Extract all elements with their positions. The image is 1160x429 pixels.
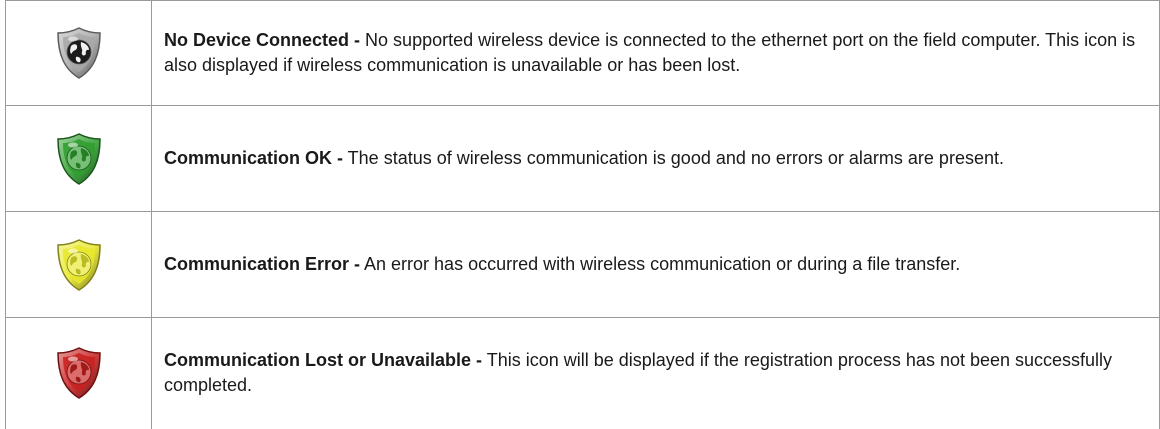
shield-globe-gray-icon	[6, 26, 151, 80]
icon-cell	[5, 105, 152, 212]
status-title: Communication Lost or Unavailable -	[164, 350, 483, 371]
status-description: No Device Connected - No supported wirel…	[151, 0, 1160, 106]
status-row-error: Communication Error - An error has occur…	[5, 211, 1160, 318]
shield-globe-red-icon	[6, 346, 151, 400]
status-description: Communication Error - An error has occur…	[151, 211, 1160, 318]
status-title: Communication Error -	[164, 254, 361, 274]
icon-cell	[5, 0, 152, 106]
shield-globe-green-icon	[6, 132, 151, 186]
status-row-no-device: No Device Connected - No supported wirel…	[5, 0, 1160, 106]
status-title: No Device Connected -	[164, 30, 361, 50]
status-description: Communication Lost or Unavailable - This…	[151, 317, 1160, 429]
icon-cell	[5, 211, 152, 318]
status-title: Communication OK -	[164, 148, 343, 168]
status-text: The status of wireless communication is …	[343, 148, 1004, 168]
status-row-lost: Communication Lost or Unavailable - This…	[5, 317, 1160, 429]
status-icon-table: No Device Connected - No supported wirel…	[5, 0, 1160, 429]
status-text: An error has occurred with wireless comm…	[360, 254, 961, 274]
status-description: Communication OK - The status of wireles…	[151, 105, 1160, 212]
status-row-ok: Communication OK - The status of wireles…	[5, 105, 1160, 212]
icon-cell	[5, 317, 152, 429]
shield-globe-yellow-icon	[6, 238, 151, 292]
